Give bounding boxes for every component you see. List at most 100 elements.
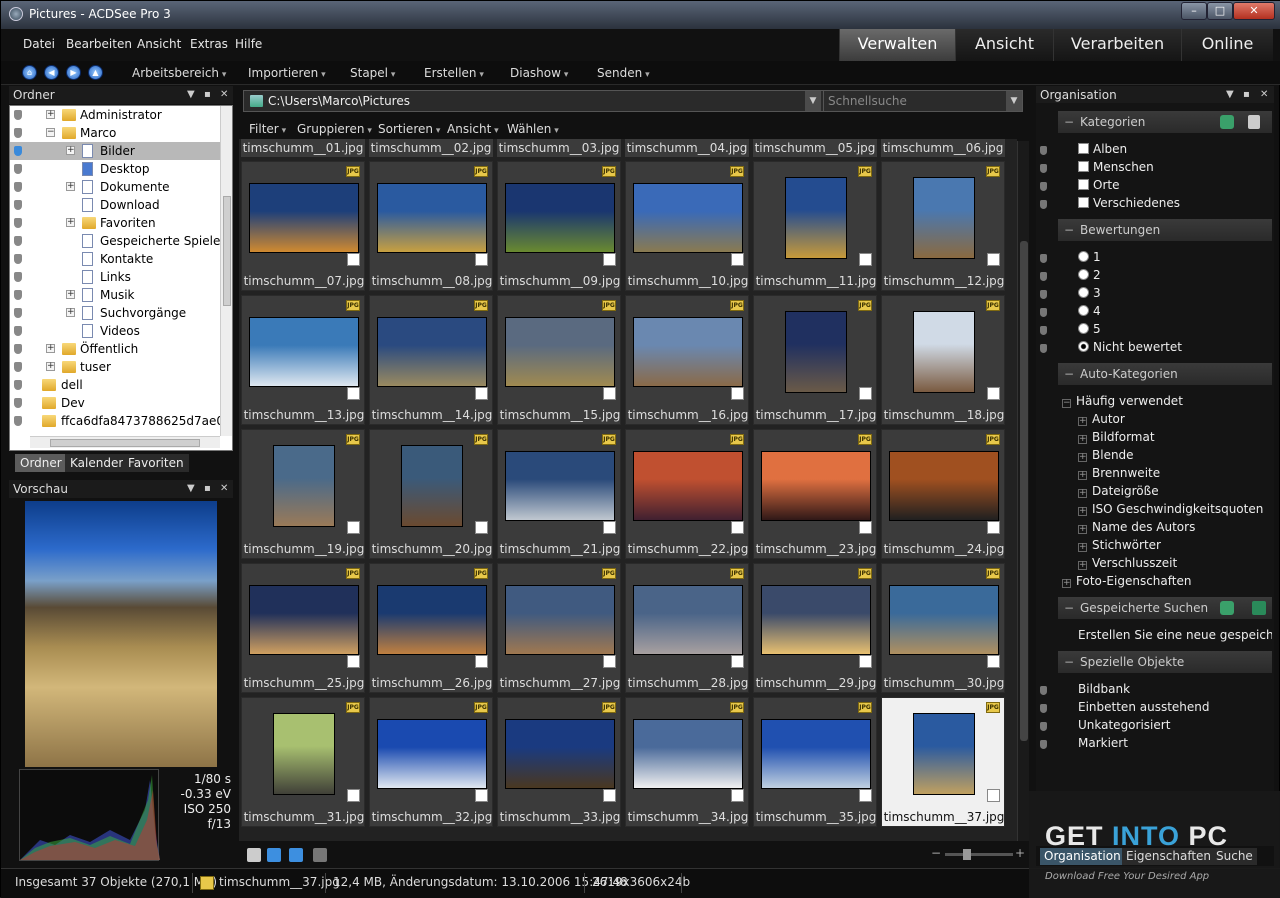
thumbnail-item[interactable]: JPG timschumm__14.jpg — [369, 295, 493, 425]
rotate-right-icon[interactable] — [289, 848, 303, 862]
tree-item-tuser[interactable]: + tuser — [10, 358, 220, 376]
select-checkbox[interactable] — [347, 253, 360, 266]
rating-2[interactable]: 2 — [1078, 266, 1101, 284]
tree-item-dev[interactable]: Dev — [10, 394, 220, 412]
thumbnail-item[interactable]: JPG timschumm__08.jpg — [369, 161, 493, 291]
auto-stichwoerter[interactable]: + Stichwörter — [1078, 536, 1161, 554]
select-checkbox[interactable] — [859, 387, 872, 400]
select-checkbox[interactable] — [475, 789, 488, 802]
thumbnail-item[interactable]: JPG timschumm__30.jpg — [881, 563, 1005, 693]
section-spezielle-objekte[interactable]: Spezielle Objekte — [1058, 651, 1272, 673]
tab-favoriten[interactable]: Favoriten — [123, 454, 189, 472]
menu-bearbeiten[interactable]: Bearbeiten — [66, 37, 132, 51]
select-checkbox[interactable] — [475, 387, 488, 400]
thumbnail-item[interactable]: JPG timschumm__27.jpg — [497, 563, 621, 693]
pin-icon[interactable]: ▪ — [204, 86, 211, 104]
select-checkbox[interactable] — [859, 655, 872, 668]
thumbnail-item[interactable]: JPG timschumm__19.jpg — [241, 429, 365, 559]
minimize-button[interactable]: – — [1181, 2, 1207, 20]
thumbnail-item[interactable]: JPG timschumm__24.jpg — [881, 429, 1005, 559]
tree-item-dell[interactable]: dell — [10, 376, 220, 394]
print-icon[interactable] — [247, 848, 261, 862]
tree-item-bilder[interactable]: + Bilder — [10, 142, 220, 160]
select-checkbox[interactable] — [603, 521, 616, 534]
auto-name-des-autors[interactable]: + Name des Autors — [1078, 518, 1195, 536]
thumbnail-label[interactable]: timschumm__02.jpg — [369, 139, 493, 157]
toolbar-senden[interactable]: Senden — [597, 66, 650, 80]
special-markiert[interactable]: Markiert — [1078, 734, 1128, 752]
toolbar-arbeitsbereich[interactable]: Arbeitsbereich — [132, 66, 226, 80]
sort-menu[interactable]: Sortieren — [378, 122, 440, 136]
tree-item-marco[interactable]: − Marco — [10, 124, 220, 142]
close-icon[interactable]: ✕ — [220, 480, 228, 498]
section-auto-kategorien[interactable]: Auto-Kategorien — [1058, 363, 1272, 385]
thumbnail-item[interactable]: JPG timschumm__10.jpg — [625, 161, 749, 291]
tab-kalender[interactable]: Kalender — [65, 454, 129, 472]
thumbnail-item[interactable]: JPG timschumm__11.jpg — [753, 161, 877, 291]
pane-menu-icon[interactable]: ▼ — [1226, 86, 1234, 104]
select-checkbox[interactable] — [347, 655, 360, 668]
select-checkbox[interactable] — [475, 521, 488, 534]
thumbnail-item[interactable]: JPG timschumm__15.jpg — [497, 295, 621, 425]
pane-menu-icon[interactable]: ▼ — [187, 480, 195, 498]
thumbnail-item[interactable]: JPG timschumm__26.jpg — [369, 563, 493, 693]
thumbnail-item[interactable]: JPG timschumm__16.jpg — [625, 295, 749, 425]
auto-bildformat[interactable]: + Bildformat — [1078, 428, 1155, 446]
thumbnail-item[interactable]: JPG timschumm__22.jpg — [625, 429, 749, 559]
tree-item-kontakte[interactable]: Kontakte — [10, 250, 220, 268]
thumbnail-item[interactable]: JPG timschumm__35.jpg — [753, 697, 877, 827]
select-checkbox[interactable] — [859, 789, 872, 802]
new-saved-search-icon[interactable] — [1252, 601, 1266, 615]
group-menu[interactable]: Gruppieren — [297, 122, 372, 136]
search-dropdown-icon[interactable]: ▼ — [1006, 91, 1022, 111]
thumbnail-item[interactable]: JPG timschumm__20.jpg — [369, 429, 493, 559]
tree-item-videos[interactable]: Videos — [10, 322, 220, 340]
thumbnail-item[interactable]: JPG timschumm__23.jpg — [753, 429, 877, 559]
thumbnail-item[interactable]: JPG timschumm__34.jpg — [625, 697, 749, 827]
filter-menu[interactable]: Filter — [249, 122, 286, 136]
mode-tab-online[interactable]: Online — [1181, 29, 1273, 61]
mode-tab-ansicht[interactable]: Ansicht — [955, 29, 1053, 61]
view-menu[interactable]: Ansicht — [447, 122, 499, 136]
tree-item-dokumente[interactable]: + Dokumente — [10, 178, 220, 196]
toolbar-diashow[interactable]: Diashow — [510, 66, 568, 80]
menu-hilfe[interactable]: Hilfe — [235, 37, 262, 51]
saved-search-icon[interactable] — [1220, 601, 1234, 615]
category-orte[interactable]: Orte — [1078, 176, 1119, 194]
thumbnail-item[interactable]: JPG timschumm__17.jpg — [753, 295, 877, 425]
rating-1[interactable]: 1 — [1078, 248, 1101, 266]
tree-item-musik[interactable]: + Musik — [10, 286, 220, 304]
compare-icon[interactable] — [313, 848, 327, 862]
select-checkbox[interactable] — [603, 655, 616, 668]
special-bildbank[interactable]: Bildbank — [1078, 680, 1130, 698]
zoom-out-icon[interactable]: − — [931, 846, 941, 860]
select-checkbox[interactable] — [603, 789, 616, 802]
thumbnail-item[interactable]: JPG timschumm__33.jpg — [497, 697, 621, 827]
auto-verschlusszeit[interactable]: + Verschlusszeit — [1078, 554, 1177, 572]
tree-item-links[interactable]: Links — [10, 268, 220, 286]
thumbnail-item[interactable]: JPG timschumm__13.jpg — [241, 295, 365, 425]
special-einbetten[interactable]: Einbetten ausstehend — [1078, 698, 1210, 716]
select-menu[interactable]: Wählen — [507, 122, 559, 136]
select-checkbox[interactable] — [987, 521, 1000, 534]
category-verschiedenes[interactable]: Verschiedenes — [1078, 194, 1180, 212]
thumbnail-label[interactable]: timschumm__01.jpg — [241, 139, 365, 157]
thumbnail-item[interactable]: JPG timschumm__37.jpg — [881, 697, 1005, 827]
path-input[interactable]: C:\Users\Marco\Pictures — [268, 94, 410, 108]
back-icon[interactable]: ◀ — [44, 65, 59, 80]
special-unkategorisiert[interactable]: Unkategorisiert — [1078, 716, 1170, 734]
select-checkbox[interactable] — [603, 253, 616, 266]
mode-tab-verwalten[interactable]: Verwalten — [839, 29, 955, 61]
maximize-button[interactable]: □ — [1207, 2, 1233, 20]
auto-foto-eigenschaften[interactable]: + Foto-Eigenschaften — [1062, 572, 1191, 590]
rating-4[interactable]: 4 — [1078, 302, 1101, 320]
close-icon[interactable]: ✕ — [220, 86, 228, 104]
select-checkbox[interactable] — [347, 789, 360, 802]
tree-vscrollbar[interactable] — [220, 106, 232, 436]
new-category-icon[interactable] — [1248, 115, 1260, 129]
tree-item-ffca[interactable]: ffca6dfa8473788625d7ae0e350 — [10, 412, 232, 430]
thumbnail-item[interactable]: JPG timschumm__31.jpg — [241, 697, 365, 827]
up-icon[interactable]: ▲ — [88, 65, 103, 80]
toolbar-stapel[interactable]: Stapel — [350, 66, 395, 80]
menu-ansicht[interactable]: Ansicht — [137, 37, 181, 51]
